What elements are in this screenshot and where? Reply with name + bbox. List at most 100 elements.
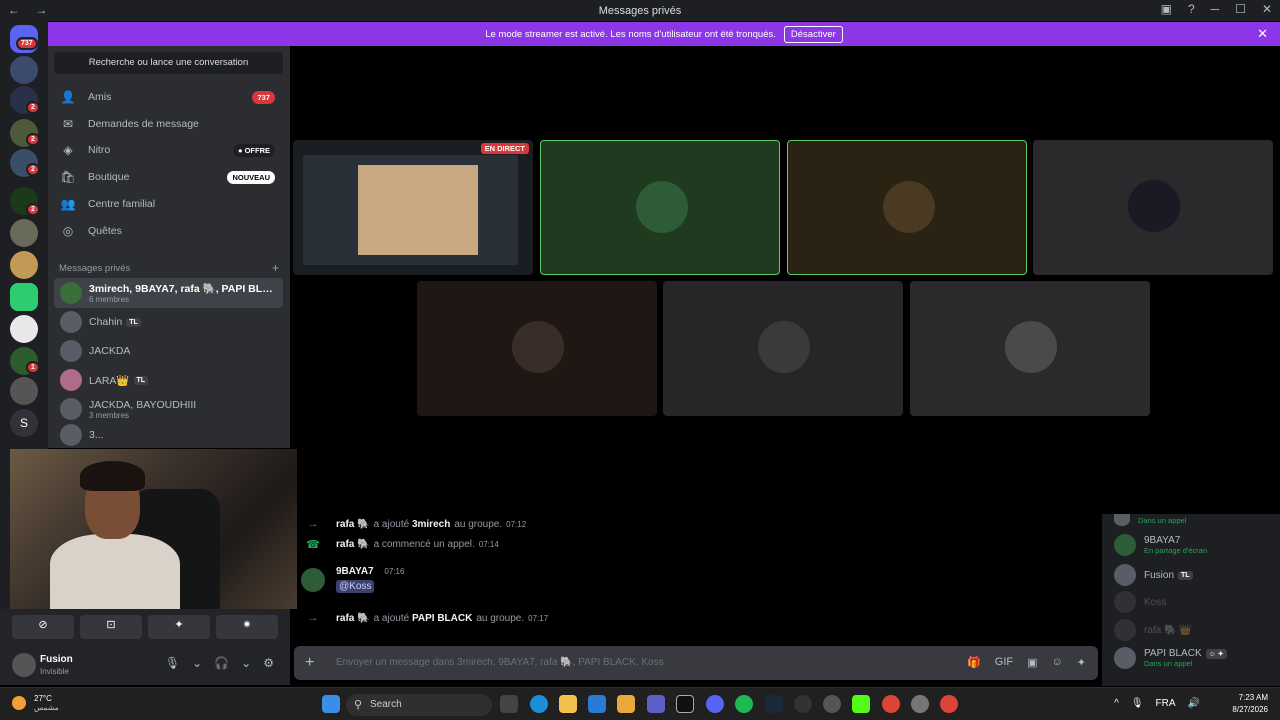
participant-tile[interactable]	[540, 140, 780, 275]
clock[interactable]: 7:23 AM 8/27/2026	[1232, 692, 1268, 716]
system-message: → rafa 🐘 a ajouté PAPI BLACK au groupe. …	[290, 612, 1090, 624]
author[interactable]: 9BAYA7	[336, 566, 374, 577]
member-item[interactable]: 9BAYA7 En partage d'écran	[1114, 534, 1274, 556]
participant-tile[interactable]	[787, 140, 1027, 275]
kick-icon[interactable]	[852, 695, 870, 713]
help-icon[interactable]: ?	[1188, 2, 1195, 16]
volume-icon[interactable]: 🔊	[1188, 698, 1200, 709]
dm-item[interactable]: 3...	[54, 423, 283, 447]
dm-item[interactable]: LARA👑 TL	[54, 365, 283, 395]
chevron-down-icon[interactable]: ⌄	[192, 656, 202, 670]
mention[interactable]: @Koss	[336, 580, 375, 593]
member-item[interactable]: rafa 🐘 👑	[1114, 619, 1274, 641]
timestamp: 07:14	[478, 540, 499, 549]
gear-icon[interactable]: ⚙	[263, 656, 274, 670]
chrome-icon[interactable]	[882, 695, 900, 713]
sticker-icon[interactable]: ▣	[1027, 656, 1037, 669]
target-user[interactable]: 3mirech	[412, 519, 450, 530]
member-item[interactable]: PAPI BLACK ☺ ✦ Dans un appel	[1114, 647, 1274, 669]
dm-item[interactable]: JACKDA, BAYOUDHIII 3 membres	[54, 394, 283, 424]
author[interactable]: rafa 🐘	[336, 539, 370, 550]
nav-message-requests[interactable]: ✉ Demandes de message	[54, 111, 283, 137]
member-item[interactable]: Fusion TL	[1114, 564, 1274, 586]
chevron-down-icon[interactable]: ⌄	[241, 656, 251, 670]
server-icon[interactable]	[10, 219, 38, 247]
nvidia-icon[interactable]	[676, 695, 694, 713]
taskbar-search[interactable]: ⚲ Search	[346, 694, 492, 716]
server-icon[interactable]	[10, 56, 38, 84]
gift-icon[interactable]: 🎁	[967, 656, 981, 669]
author[interactable]: rafa 🐘	[336, 519, 370, 530]
temperature: 27°C	[34, 694, 52, 703]
stream-tile[interactable]: EN DIRECT	[293, 140, 533, 275]
outlook-icon[interactable]	[588, 695, 606, 713]
minimize-icon[interactable]: ─	[1211, 2, 1220, 16]
settings-icon[interactable]	[911, 695, 929, 713]
close-window-icon[interactable]: ✕	[1262, 2, 1272, 16]
attach-plus-icon[interactable]: +	[305, 654, 314, 672]
gif-icon[interactable]: GIF	[995, 656, 1013, 669]
participant-tile[interactable]	[663, 281, 903, 416]
server-icon[interactable]	[10, 283, 38, 311]
maximize-icon[interactable]: ☐	[1235, 2, 1246, 16]
tray-expand-icon[interactable]: ^	[1114, 698, 1119, 709]
camera-off-button[interactable]: ⊘	[12, 615, 74, 639]
language-indicator[interactable]: FRA	[1156, 698, 1176, 709]
member-item[interactable]: Dans un appel	[1114, 514, 1274, 526]
edge-icon[interactable]	[530, 695, 548, 713]
nav-quests[interactable]: ◎ Quêtes	[54, 218, 283, 244]
dm-item[interactable]: JACKDA	[54, 336, 283, 366]
inbox-icon[interactable]: ▣	[1161, 2, 1172, 16]
server-s[interactable]: S	[10, 409, 38, 437]
chrome-icon[interactable]	[940, 695, 958, 713]
avatar[interactable]	[301, 568, 325, 592]
app-icon[interactable]	[794, 695, 812, 713]
search-input[interactable]: Recherche ou lance une conversation	[54, 52, 283, 74]
nav-family-center[interactable]: 👥 Centre familial	[54, 191, 283, 217]
message-composer[interactable]: + Envoyer un message dans 3mirech, 9BAYA…	[294, 646, 1098, 680]
server-icon[interactable]	[10, 251, 38, 279]
target-user[interactable]: PAPI BLACK	[412, 613, 472, 624]
nav-shop[interactable]: 🛍 Boutique NOUVEAU	[54, 164, 283, 190]
app-icon[interactable]	[823, 695, 841, 713]
apps-icon[interactable]: ✦	[1077, 656, 1086, 669]
dm-item[interactable]: 3mirech, 9BAYA7, rafa 🐘, PAPI BLACK,... …	[54, 278, 283, 308]
message-input[interactable]: Envoyer un message dans 3mirech, 9BAYA7,…	[336, 657, 664, 668]
steam-icon[interactable]	[765, 695, 783, 713]
author[interactable]: rafa 🐘	[336, 613, 370, 624]
participant-tile[interactable]	[1033, 140, 1273, 275]
window-controls: ▣ ? ─ ☐ ✕	[1161, 2, 1272, 16]
microphone-icon[interactable]: 🎙	[1131, 698, 1144, 709]
nav-friends[interactable]: 👤 Amis 737	[54, 84, 283, 110]
disable-streamer-button[interactable]: Désactiver	[783, 25, 843, 43]
avatar	[1114, 514, 1130, 526]
soundboard-button[interactable]: ✷	[216, 615, 278, 639]
avatar	[1114, 564, 1136, 586]
participant-tile[interactable]	[910, 281, 1150, 416]
dm-item[interactable]: Chahin TL	[54, 307, 283, 337]
task-view-icon[interactable]	[500, 695, 518, 713]
start-button[interactable]	[322, 695, 340, 713]
spotify-icon[interactable]	[735, 695, 753, 713]
microphone-icon[interactable]: 🎙	[165, 656, 180, 670]
file-explorer-icon[interactable]	[559, 695, 577, 713]
emoji-icon[interactable]: ☺	[1052, 656, 1063, 669]
server-icon[interactable]	[10, 315, 38, 343]
user-panel: Fusion Invisible 🎙 ⌄ 🎧 ⌄ ⚙	[0, 645, 290, 685]
avatar[interactable]	[12, 653, 36, 677]
message-text: a ajouté	[373, 612, 410, 624]
create-dm-icon[interactable]: +	[272, 261, 279, 275]
member-item[interactable]: Koss	[1114, 591, 1274, 613]
store-icon[interactable]	[617, 695, 635, 713]
member-status: Dans un appel	[1144, 659, 1193, 668]
weather-widget[interactable]: 27°C مشمس	[12, 694, 59, 712]
close-banner-icon[interactable]: ✕	[1257, 26, 1268, 42]
headphones-icon[interactable]: 🎧	[214, 656, 229, 670]
discord-icon[interactable]	[706, 695, 724, 713]
activities-button[interactable]: ✦	[148, 615, 210, 639]
screen-share-button[interactable]: ⊡	[80, 615, 142, 639]
teams-icon[interactable]	[647, 695, 665, 713]
nav-nitro[interactable]: ◈ Nitro ● OFFRE	[54, 137, 283, 163]
server-icon[interactable]	[10, 377, 38, 405]
participant-tile[interactable]	[417, 281, 657, 416]
